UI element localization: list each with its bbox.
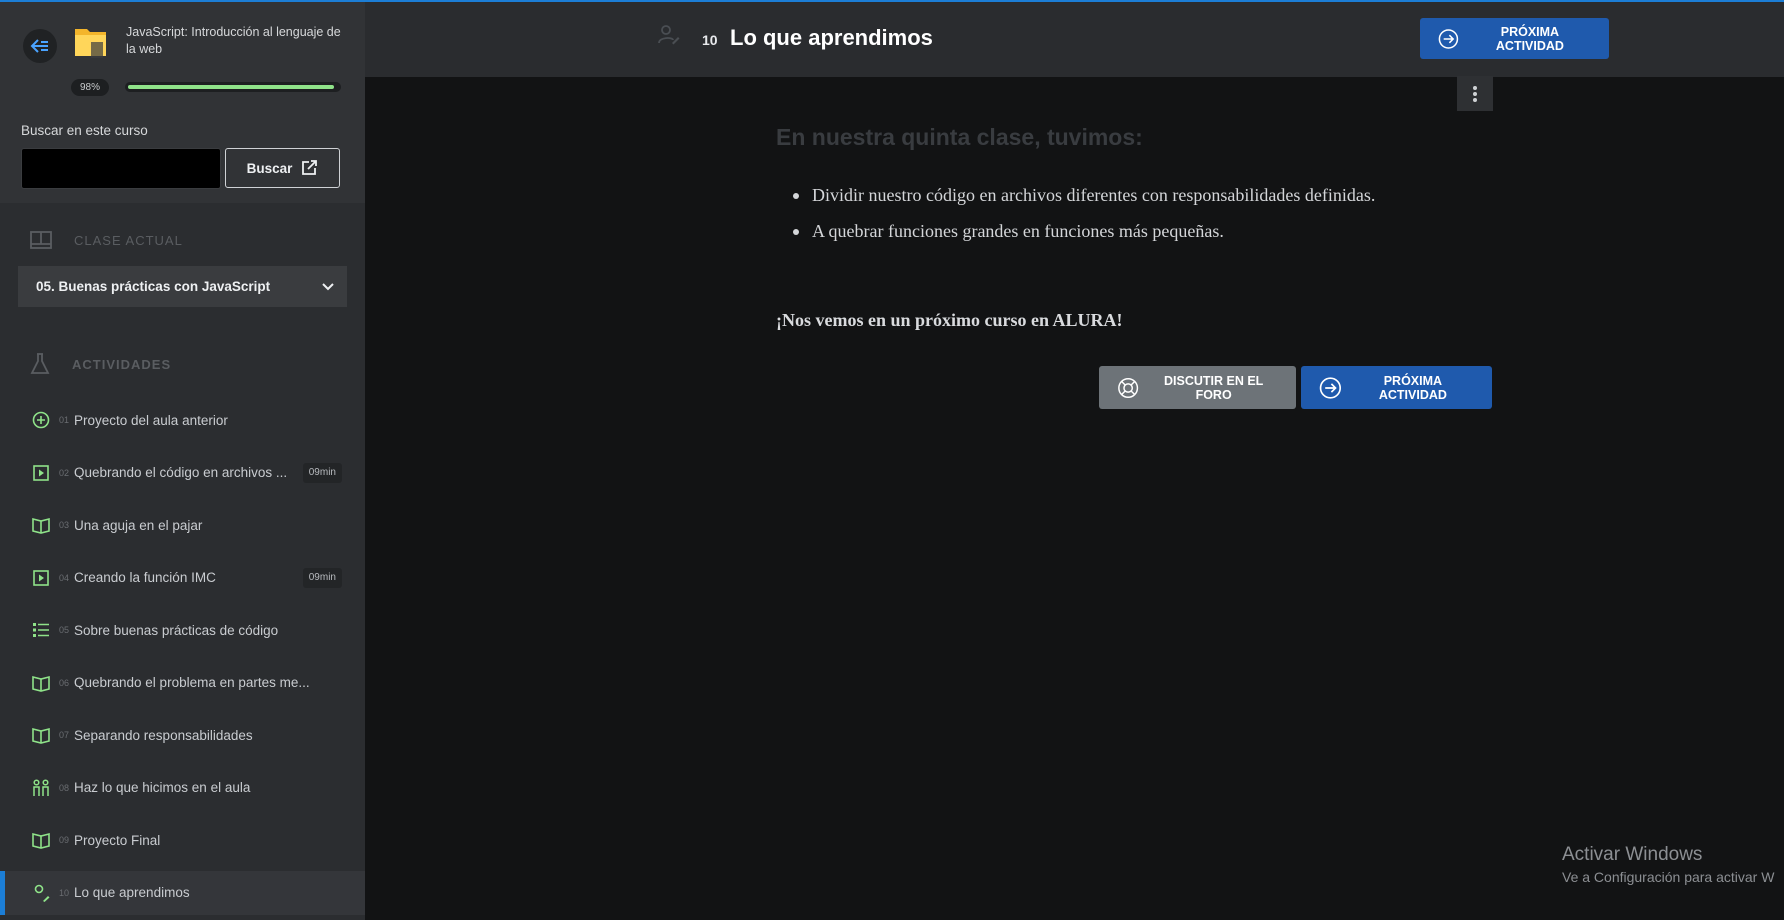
windows-activation-watermark: Activar Windows Ve a Configuración para … [1562,843,1774,887]
video-icon [33,569,49,586]
plus-circle-icon [32,411,50,429]
module-select-value: 05. Buenas prácticas con JavaScript [36,279,271,294]
next-activity-label-bottom: PRÓXIMA ACTIVIDAD [1378,373,1447,402]
activity-number: 09 [59,835,70,845]
kebab-menu-icon [1473,85,1477,102]
activity-header: 10 Lo que aprendimos PRÓXIMA ACTIVIDAD [365,2,1784,77]
progress-bar-fill [128,85,334,89]
book-icon [32,517,50,534]
activity-label: Quebrando el problema en partes me... [74,675,310,690]
duration-badge: 09min [302,462,342,483]
activity-item-08[interactable]: 08 Haz lo que hicimos en el aula [0,766,365,810]
bullet-item: Dividir nuestro código en archivos difer… [776,180,1416,211]
discuss-forum-label: DISCUTIR EN EL FORO [1163,373,1264,402]
content-bullets: Dividir nuestro código en archivos difer… [776,180,1416,252]
activity-number: 10 [59,887,70,898]
activity-number: 03 [59,520,70,530]
search-button[interactable]: Buscar [225,148,340,188]
activity-item-01[interactable]: 01 Proyecto del aula anterior [0,398,365,442]
course-title: JavaScript: Introducción al lenguaje de … [126,25,341,56]
lifebuoy-icon [1118,377,1139,398]
active-marker [0,870,5,915]
activity-item-04[interactable]: 04 Creando la función IMC 09min [0,556,365,600]
list-icon [33,623,49,637]
activity-number: 05 [59,625,70,635]
activity-label: Creando la función IMC [74,570,216,585]
user-edit-icon [34,884,50,902]
activity-number: 01 [59,415,70,425]
activity-item-05[interactable]: 05 Sobre buenas prácticas de código [0,608,365,652]
arrow-right-circle-icon [1438,28,1459,49]
video-icon [33,464,49,481]
activity-item-06[interactable]: 06 Quebrando el problema en partes me... [0,661,365,705]
watermark-title: Activar Windows [1562,844,1703,865]
user-edit-icon [658,25,680,45]
watermark-subtitle: Ve a Configuración para activar W [1562,869,1775,885]
book-icon [32,675,50,692]
flask-icon [30,353,50,374]
activity-number: 02 [59,467,70,478]
back-arrow-icon [30,39,48,53]
activity-item-10[interactable]: 10 Lo que aprendimos [0,870,365,915]
book-open-icon [30,231,52,249]
current-class-label: CLASE ACTUAL [74,232,183,248]
activity-item-07[interactable]: 07 Separando responsabilidades [0,713,365,757]
course-logo-icon [75,29,106,58]
search-label: Buscar en este curso [21,123,148,138]
activity-label: Separando responsabilidades [74,727,253,743]
activity-item-02[interactable]: 02 Quebrando el código en archivos ... 09m… [0,451,365,495]
activity-label: Proyecto del aula anterior [74,412,228,428]
page-title: Lo que aprendimos [730,25,933,50]
next-activity-label-top: PRÓXIMA ACTIVIDAD [1495,24,1564,53]
farewell-text: ¡Nos vemos en un próximo curso en ALURA! [776,310,1123,330]
activity-label: Quebrando el código en archivos ... [74,465,288,480]
duration-badge: 09min [302,567,342,588]
activity-number: 07 [59,730,70,740]
sidebar: JavaScript: Introducción al lenguaje de … [0,2,365,920]
activities-label: ACTIVIDADES [72,356,172,372]
activity-label: Una aguja en el pajar [74,517,203,533]
sidebar-header: JavaScript: Introducción al lenguaje de … [0,2,365,203]
next-activity-button-top[interactable]: PRÓXIMA ACTIVIDAD [1420,18,1609,59]
discuss-forum-button[interactable]: DISCUTIR EN EL FORO [1099,366,1296,409]
back-button[interactable] [23,29,57,63]
search-button-label: Buscar [246,160,293,176]
activity-number: 06 [59,677,70,688]
search-input[interactable] [21,148,221,189]
progress-percent: 98% [71,79,109,96]
book-icon [32,832,50,849]
activity-number: 08 [59,782,70,793]
activity-number: 04 [59,572,70,583]
activity-label: Lo que aprendimos [74,885,190,900]
people-icon [33,778,49,796]
progress-bar [125,82,341,92]
activity-label: Proyecto Final [74,832,161,848]
chevron-down-icon [322,282,334,290]
module-select[interactable]: 05. Buenas prácticas con JavaScript [18,266,347,307]
activity-label: Sobre buenas prácticas de código [74,622,279,638]
current-class-heading: CLASE ACTUAL [30,230,183,250]
more-options-button[interactable] [1457,76,1493,111]
activity-number: 10 [702,32,718,48]
next-activity-button-bottom[interactable]: PRÓXIMA ACTIVIDAD [1301,366,1492,409]
content-heading: En nuestra quinta clase, tuvimos: [776,124,1143,150]
arrow-right-circle-icon [1319,376,1342,399]
activity-item-03[interactable]: 03 Una aguja en el pajar [0,503,365,547]
book-icon [32,727,50,744]
bullet-item: A quebrar funciones grandes en funciones… [776,216,1416,247]
activities-heading: ACTIVIDADES [30,352,171,376]
external-link-icon [302,160,318,175]
activity-label: Haz lo que hicimos en el aula [74,780,251,795]
activity-item-09[interactable]: 09 Proyecto Final [0,818,365,862]
